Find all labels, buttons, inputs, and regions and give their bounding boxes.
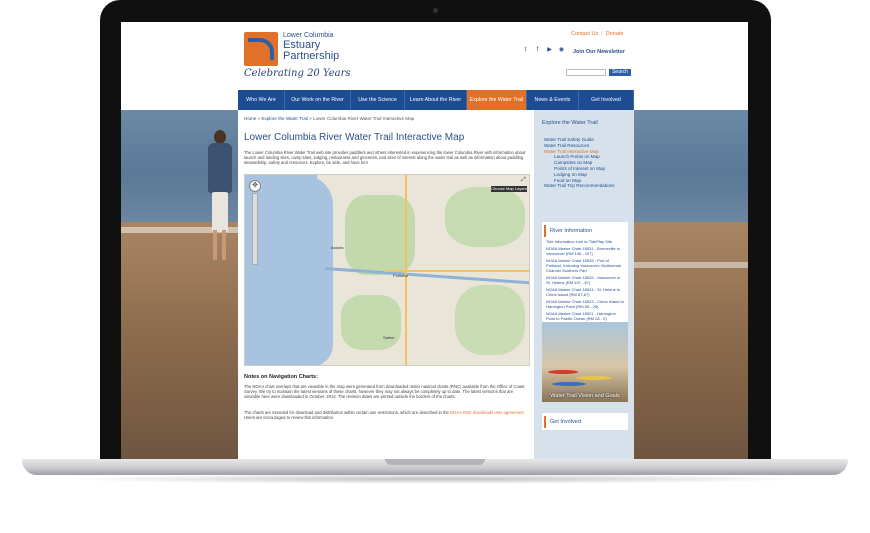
choose-map-layers-button[interactable]: Choose Map Layers: [491, 186, 527, 192]
river-info-link[interactable]: NOAA Marine Chart 18521 - Harrington Poi…: [546, 311, 624, 321]
site-logo[interactable]: Lower Columbia Estuary Partnership Celeb…: [244, 32, 351, 84]
sidebar-item[interactable]: Water Trail Trip Recommendations: [544, 183, 615, 189]
nav-use-the-science[interactable]: Use the Science: [351, 90, 405, 110]
newsletter-link[interactable]: Join Our Newsletter: [573, 49, 625, 55]
sidebar-menu: Water Trail Safety Guide Water Trail Res…: [544, 137, 615, 189]
webcam: [433, 8, 438, 13]
map-city-label: Portland: [393, 273, 408, 278]
laptop-shadow: [60, 474, 810, 484]
river-info-link[interactable]: Tide Information Link to TidePlay Site: [546, 239, 624, 244]
top-links: Contact Us | Donate: [568, 31, 626, 37]
map-forest: [341, 295, 401, 350]
nav-learn-about-river[interactable]: Learn About the River: [405, 90, 467, 110]
river-info-link[interactable]: NOAA Marine Chart 18531 - Bonneville to …: [546, 246, 624, 256]
page-title: Lower Columbia River Water Trail Interac…: [244, 132, 465, 143]
notes-heading: Notes on Navigation Charts:: [244, 374, 318, 380]
photo-caption: Water Trail Vision and Goals: [550, 393, 620, 399]
nav-who-we-are[interactable]: Who We Are: [238, 90, 285, 110]
river-info-box: River Information Tide Information Link …: [542, 222, 628, 334]
laptop-notch: [385, 459, 485, 465]
river-info-heading: River Information: [544, 225, 628, 237]
sidebar-heading: Explore the Water Trail: [542, 120, 598, 126]
kayak: [548, 370, 578, 374]
logo-line-1: Lower Columbia: [283, 32, 334, 39]
intro-text: The Lower Columbia River Water Trail web…: [244, 150, 526, 166]
nav-our-work[interactable]: Our Work on the River: [285, 90, 351, 110]
notes-paragraph: The NOAA chart overlays that are viewabl…: [244, 384, 525, 400]
logo-mark-icon: [244, 32, 278, 66]
nav-explore-water-trail[interactable]: Explore the Water Trail: [467, 90, 527, 110]
interactive-map[interactable]: Portland Salem Astoria ✥ Choose Map Laye…: [244, 174, 530, 366]
search-input[interactable]: [566, 69, 606, 76]
sidebar: Explore the Water Trail Water Trail Safe…: [534, 110, 634, 464]
social-icons: t f ▶ ◉: [521, 46, 566, 55]
search-button[interactable]: Search: [609, 69, 631, 76]
bg-foam: [633, 262, 748, 268]
river-info-list: Tide Information Link to TidePlay Site N…: [542, 239, 628, 334]
nav-news-events[interactable]: News & Events: [527, 90, 579, 110]
map-coast: [303, 175, 333, 365]
site-header: Lower Columbia Estuary Partnership Celeb…: [238, 22, 634, 90]
beach-walker-photo: [205, 130, 235, 270]
map-city-label: Salem: [383, 335, 395, 340]
pan-control-icon[interactable]: ✥: [249, 180, 261, 192]
contact-us-link[interactable]: Contact Us: [568, 31, 601, 37]
kayak: [552, 382, 586, 386]
map-highway: [385, 270, 529, 272]
map-forest: [455, 285, 525, 355]
kayak: [576, 376, 612, 380]
get-involved-heading: Get Involved: [544, 416, 628, 428]
river-info-link[interactable]: NOAA Marine Chart 18525 - Vancouver to S…: [546, 275, 624, 285]
breadcrumb-parent[interactable]: Explore the Water Trail: [261, 116, 308, 121]
notes-text: Users are encouraged to review this info…: [244, 415, 335, 421]
main-content: Home » Explore the Water Trail » Lower C…: [238, 110, 534, 464]
breadcrumb-home[interactable]: Home: [244, 116, 256, 121]
river-info-link[interactable]: NOAA Marine Chart 18523 - Crims Island t…: [546, 299, 624, 309]
facebook-icon[interactable]: f: [533, 46, 542, 55]
twitter-icon[interactable]: t: [521, 46, 530, 55]
river-info-link[interactable]: NOAA Marine Chart 18524 - St. Helens to …: [546, 287, 624, 297]
zoom-slider[interactable]: [252, 193, 258, 265]
logo-tagline: Celebrating 20 Years: [244, 68, 351, 79]
nav-get-involved[interactable]: Get Involved: [579, 90, 634, 110]
donate-link[interactable]: Donate: [603, 31, 627, 37]
water-trail-vision-photo[interactable]: Water Trail Vision and Goals: [542, 322, 628, 402]
breadcrumb: Home » Explore the Water Trail » Lower C…: [244, 116, 415, 121]
river-info-link[interactable]: NOAA Marine Chart 18526 - Port of Portla…: [546, 258, 624, 273]
logo-line-3: Partnership: [283, 50, 340, 62]
screen: Lower Columbia Estuary Partnership Celeb…: [121, 22, 748, 464]
noaa-agreement-link[interactable]: NOAA RNC downloads user agreement.: [450, 410, 525, 415]
youtube-icon[interactable]: ▶: [545, 46, 554, 55]
rss-icon[interactable]: ◉: [557, 46, 566, 55]
map-city-label: Astoria: [331, 245, 344, 250]
map-forest: [445, 187, 525, 247]
notes-paragraph: The charts are intended for download and…: [244, 410, 530, 420]
breadcrumb-current: Lower Columbia River Water Trail Interac…: [313, 116, 415, 121]
main-nav: Who We Are Our Work on the River Use the…: [238, 90, 634, 110]
sidebar-subitem[interactable]: Points of Interest on Map: [544, 166, 615, 172]
get-involved-box: Get Involved: [542, 413, 628, 430]
fullscreen-icon[interactable]: ⤢: [521, 177, 526, 184]
